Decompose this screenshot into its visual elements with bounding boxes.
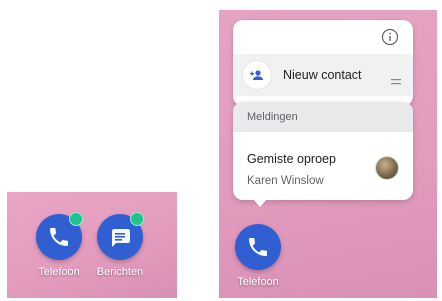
app-label: Telefoon [38, 266, 80, 278]
app-telefoon-pressed[interactable]: Telefoon [228, 224, 288, 288]
phone-icon[interactable] [235, 224, 281, 270]
home-screen-right: Nieuw contact Meldingen Gemiste oproep K… [219, 10, 437, 298]
notification-title: Gemiste oproep [247, 152, 336, 166]
notification-card[interactable]: Meldingen Gemiste oproep Karen Winslow [233, 102, 413, 200]
app-icon-wrap [97, 212, 144, 260]
app-icon-wrap [235, 224, 281, 270]
notification-header: Meldingen [233, 102, 413, 132]
notification-subtitle: Karen Winslow [247, 175, 324, 187]
popup-pointer [253, 199, 267, 207]
drag-handle-icon[interactable] [391, 72, 401, 85]
notification-body[interactable]: Gemiste oproep Karen Winslow [233, 132, 413, 200]
contact-avatar [375, 156, 399, 180]
info-icon[interactable] [381, 28, 399, 46]
screen: Telefoon Berichten Nieuw contact Melding… [0, 0, 442, 301]
app-label: Telefoon [237, 276, 279, 288]
notification-badge [69, 212, 83, 226]
shortcut-card: Nieuw contact [233, 20, 413, 106]
add-contact-icon [243, 61, 271, 89]
shortcut-new-contact[interactable]: Nieuw contact [233, 54, 413, 96]
app-telefoon[interactable]: Telefoon [29, 212, 89, 278]
app-icon-wrap [36, 212, 83, 260]
shortcut-label: Nieuw contact [283, 68, 362, 82]
notification-badge [130, 212, 144, 226]
app-berichten[interactable]: Berichten [90, 212, 150, 278]
home-screen-left: Telefoon Berichten [7, 192, 177, 298]
info-row [233, 20, 413, 54]
app-label: Berichten [96, 266, 144, 278]
